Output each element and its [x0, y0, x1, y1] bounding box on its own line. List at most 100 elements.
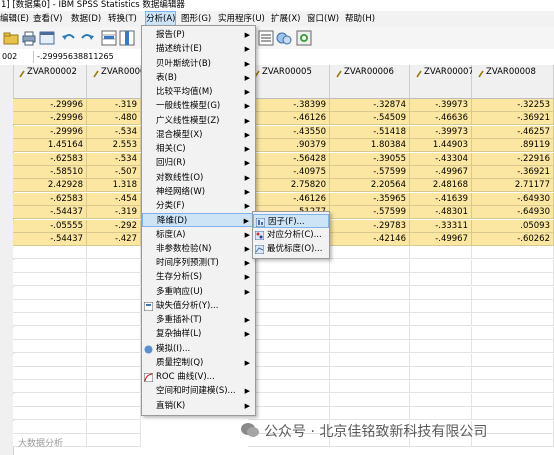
table-cell[interactable]: -.57599	[330, 166, 410, 179]
empty-cell[interactable]	[87, 380, 141, 394]
empty-cell[interactable]	[330, 407, 410, 421]
table-cell[interactable]: -.42146	[330, 233, 410, 246]
empty-cell[interactable]	[248, 273, 330, 287]
empty-cell[interactable]	[13, 367, 87, 380]
menu-0[interactable]: 编辑(E)	[0, 11, 29, 27]
table-cell[interactable]: 2.71177	[472, 179, 554, 193]
table-cell[interactable]: -.427	[87, 233, 141, 246]
column-header[interactable]: ZVAR00007	[410, 65, 474, 99]
empty-cell[interactable]	[410, 246, 472, 260]
table-cell[interactable]: -.319	[87, 99, 141, 112]
empty-cell[interactable]	[472, 380, 554, 394]
open-file-icon[interactable]	[3, 30, 19, 46]
empty-cell[interactable]	[87, 300, 141, 313]
table-cell[interactable]: -.32874	[330, 99, 410, 112]
analyze-menu-item[interactable]: 混合模型(X) ▶	[142, 128, 255, 142]
table-cell[interactable]: 2.75820	[248, 179, 330, 193]
table-cell[interactable]: -.46636	[410, 112, 472, 126]
table-cell[interactable]: .05093	[472, 219, 554, 233]
goto-variable-icon[interactable]	[119, 30, 135, 46]
empty-cell[interactable]	[472, 286, 554, 300]
value-labels-icon[interactable]	[258, 30, 274, 46]
empty-cell[interactable]	[87, 273, 141, 287]
empty-cell[interactable]	[13, 353, 87, 367]
empty-cell[interactable]	[13, 326, 87, 340]
table-cell[interactable]: -.39973	[410, 99, 472, 112]
analyze-menu-item[interactable]: 报告(P) ▶	[142, 28, 255, 42]
analyze-menu-item[interactable]: 一般线性模型(G) ▶	[142, 99, 255, 113]
empty-cell[interactable]	[13, 380, 87, 394]
empty-cell[interactable]	[13, 286, 87, 300]
column-header[interactable]: ZVAR00008	[472, 65, 554, 99]
use-sets-icon[interactable]	[276, 30, 292, 46]
table-cell[interactable]: -.22916	[472, 152, 554, 166]
table-cell[interactable]: -.40975	[248, 166, 330, 179]
column-header[interactable]: ZVAR00002	[13, 65, 87, 99]
table-cell[interactable]: 2.42928	[13, 179, 87, 193]
empty-cell[interactable]	[248, 313, 330, 327]
table-cell[interactable]: -.58510	[13, 166, 87, 179]
table-cell[interactable]: -.39055	[330, 152, 410, 166]
empty-cell[interactable]	[472, 273, 554, 287]
empty-cell[interactable]	[330, 393, 410, 407]
table-cell[interactable]: -.33311	[410, 219, 472, 233]
empty-cell[interactable]	[87, 353, 141, 367]
table-cell[interactable]: -.05555	[13, 219, 87, 233]
empty-cell[interactable]	[248, 326, 330, 340]
cell-value-field[interactable]: -.29995638811265	[33, 51, 554, 63]
table-cell[interactable]: -.480	[87, 112, 141, 126]
analyze-menu-item[interactable]: 时间序列预测(T) ▶	[142, 256, 255, 270]
empty-cell[interactable]	[248, 259, 330, 273]
table-cell[interactable]: -.62583	[13, 152, 87, 166]
empty-cell[interactable]	[87, 434, 141, 447]
analyze-menu-item[interactable]: 贝叶斯统计(B) ▶	[142, 57, 255, 71]
empty-cell[interactable]	[330, 326, 410, 340]
table-cell[interactable]: -.54437	[13, 206, 87, 220]
table-cell[interactable]: -.64930	[472, 192, 554, 206]
empty-cell[interactable]	[330, 259, 410, 273]
column-header[interactable]: ZVAR00003	[87, 65, 151, 99]
table-cell[interactable]: -.57599	[330, 206, 410, 220]
empty-cell[interactable]	[248, 286, 330, 300]
table-cell[interactable]: 1.44903	[410, 139, 472, 153]
empty-cell[interactable]	[472, 340, 554, 354]
empty-cell[interactable]	[472, 326, 554, 340]
empty-cell[interactable]	[410, 286, 472, 300]
table-cell[interactable]: -.46126	[248, 112, 330, 126]
analyze-menu-item[interactable]: 空间和时间建模(S)... ▶	[142, 384, 255, 398]
table-cell[interactable]: 2.553	[87, 139, 141, 153]
menu-8[interactable]: 窗口(W)	[307, 11, 339, 27]
analyze-menu-item[interactable]: 质量控制(Q) ▶	[142, 356, 255, 370]
table-cell[interactable]: 2.20564	[330, 179, 410, 193]
menu-3[interactable]: 转换(T)	[108, 11, 137, 27]
empty-cell[interactable]	[248, 340, 330, 354]
empty-cell[interactable]	[330, 246, 410, 260]
table-cell[interactable]: -.36921	[472, 112, 554, 126]
table-cell[interactable]: -.64930	[472, 206, 554, 220]
empty-cell[interactable]	[330, 313, 410, 327]
empty-cell[interactable]	[330, 286, 410, 300]
table-cell[interactable]: -.38399	[248, 99, 330, 112]
analyze-menu-item[interactable]: 生存分析(S) ▶	[142, 270, 255, 284]
empty-cell[interactable]	[330, 300, 410, 313]
empty-cell[interactable]	[248, 393, 330, 407]
empty-cell[interactable]	[472, 246, 554, 260]
table-cell[interactable]: -.48301	[410, 206, 472, 220]
empty-cell[interactable]	[248, 380, 330, 394]
analyze-menu-item[interactable]: 标度(A) ▶	[142, 228, 255, 242]
table-cell[interactable]: -.56428	[248, 152, 330, 166]
table-cell[interactable]: -.54437	[13, 233, 87, 246]
table-cell[interactable]: -.60262	[472, 233, 554, 246]
analyze-menu-item[interactable]: 分类(F) ▶	[142, 199, 255, 213]
table-cell[interactable]: -.507	[87, 166, 141, 179]
table-cell[interactable]: -.43304	[410, 152, 472, 166]
empty-cell[interactable]	[87, 340, 141, 354]
table-cell[interactable]: -.46126	[248, 192, 330, 206]
empty-cell[interactable]	[410, 353, 472, 367]
empty-cell[interactable]	[87, 286, 141, 300]
dimension-submenu-item[interactable]: 对应分析(C)...	[253, 228, 329, 242]
table-cell[interactable]: -.29996	[13, 99, 87, 112]
column-header[interactable]: ZVAR00006	[330, 65, 410, 99]
empty-cell[interactable]	[330, 380, 410, 394]
table-cell[interactable]: 1.80384	[330, 139, 410, 153]
